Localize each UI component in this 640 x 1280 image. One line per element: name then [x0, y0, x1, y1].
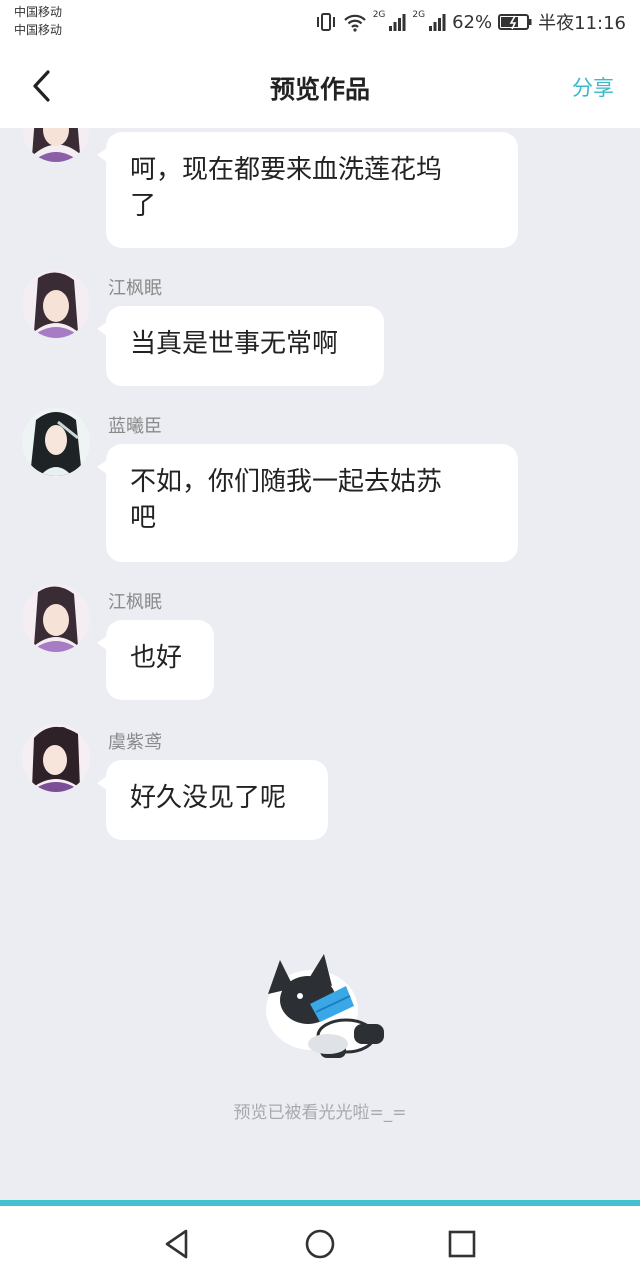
- avatar[interactable]: [22, 270, 90, 338]
- header-bar: 预览作品 分享: [0, 44, 640, 128]
- message-bubble: 好久没见了呢: [97, 760, 328, 840]
- message-bubble: 呵，现在都要来血洗莲花坞 了: [97, 132, 518, 248]
- page-title: 预览作品: [269, 75, 370, 104]
- sender-name: 江枫眠: [108, 592, 162, 613]
- battery-percent: 62%: [452, 11, 493, 33]
- signal-icon: [428, 12, 446, 32]
- network-type-2: 2G: [412, 10, 426, 20]
- carrier-1: 中国移动: [14, 5, 63, 19]
- message-text: 也好: [130, 643, 183, 673]
- status-bar: 中国移动 中国移动 2G 2G 62% 半夜11:16: [0, 0, 640, 44]
- message-text: 当真是世事无常啊: [130, 329, 339, 359]
- status-icons: 2G 2G 62% 半夜11:16: [315, 10, 626, 34]
- sender-name: 虞紫鸢: [108, 732, 162, 753]
- nav-back-icon: [165, 1229, 188, 1259]
- message-text-line: 吧: [130, 503, 157, 533]
- message-bubble: 当真是世事无常啊: [97, 306, 384, 386]
- message-text-line: 不如，你们随我一起去姑苏: [130, 467, 443, 497]
- vibrate-icon: [315, 12, 337, 32]
- nav-home-button[interactable]: [302, 1226, 338, 1262]
- message-bubble: 不如，你们随我一起去姑苏 吧: [97, 444, 518, 562]
- mascot-illustration: [250, 940, 390, 1074]
- message-text: 好久没见了呢: [130, 783, 287, 813]
- signal-icon: [388, 12, 406, 32]
- share-button[interactable]: 分享: [572, 72, 614, 102]
- carrier-2: 中国移动: [14, 23, 63, 37]
- avatar[interactable]: [22, 584, 90, 652]
- avatar[interactable]: [22, 128, 90, 162]
- avatar[interactable]: [22, 408, 90, 476]
- preview-footer-note: 预览已被看光光啦=_=: [233, 1103, 407, 1123]
- sender-name: 江枫眠: [108, 278, 162, 299]
- nav-recents-icon: [448, 1230, 476, 1258]
- nav-back-button[interactable]: [160, 1226, 196, 1262]
- message-bubble: 也好: [97, 620, 214, 700]
- battery-icon: [498, 13, 532, 31]
- nav-home-icon: [305, 1229, 335, 1259]
- sender-name: 蓝曦臣: [108, 416, 162, 437]
- clock: 半夜11:16: [538, 13, 626, 34]
- system-nav-bar: [0, 1206, 640, 1280]
- nav-recents-button[interactable]: [444, 1226, 480, 1262]
- message-text-line: 呵，现在都要来血洗莲花坞: [130, 155, 443, 185]
- avatar[interactable]: [22, 724, 90, 792]
- message-text-line: 了: [130, 191, 157, 221]
- chat-preview[interactable]: 呵，现在都要来血洗莲花坞 了 江枫眠 当真是世事无常啊 蓝曦臣 不如，你们随我一…: [0, 128, 640, 1200]
- network-type-1: 2G: [372, 10, 386, 20]
- wifi-icon: [343, 12, 367, 32]
